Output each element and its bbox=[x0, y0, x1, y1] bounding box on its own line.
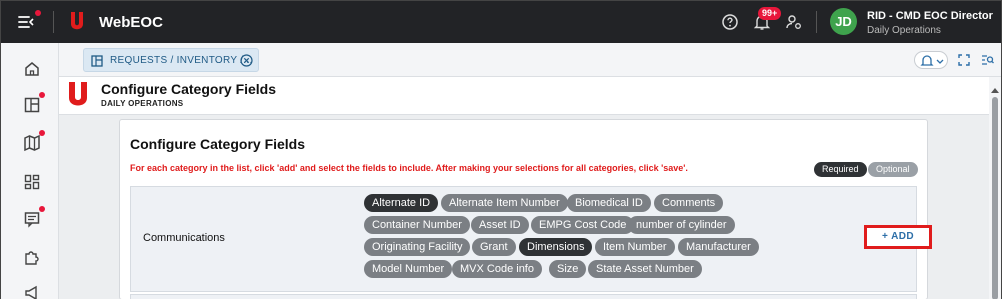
page-title: Configure Category Fields bbox=[101, 81, 277, 97]
tab-requests-inventory[interactable]: REQUESTS / INVENTORY /... bbox=[83, 48, 259, 72]
messages-icon[interactable] bbox=[23, 206, 45, 228]
incident-name: Daily Operations bbox=[867, 25, 941, 36]
field-chip-number-of-cylinder[interactable]: number of cylinder bbox=[628, 216, 735, 234]
field-chip-manufacturer[interactable]: Manufacturer bbox=[678, 238, 759, 256]
field-chip-container-number[interactable]: Container Number bbox=[364, 216, 470, 234]
field-chip-originating-facility[interactable]: Originating Facility bbox=[364, 238, 471, 256]
webeoc-logo-icon bbox=[69, 11, 85, 33]
plugins-puzzle-icon[interactable] bbox=[23, 248, 41, 266]
legend-optional-badge: Optional bbox=[868, 162, 918, 177]
scrollbar[interactable] bbox=[989, 77, 1001, 299]
announcements-megaphone-icon[interactable] bbox=[23, 284, 41, 299]
help-icon[interactable] bbox=[721, 13, 739, 31]
card-title: Configure Category Fields bbox=[130, 136, 306, 152]
field-chip-biomedical-id[interactable]: Biomedical ID bbox=[567, 194, 651, 212]
tab-strip: REQUESTS / INVENTORY /... bbox=[59, 43, 1001, 77]
home-icon[interactable] bbox=[23, 60, 41, 78]
side-nav bbox=[1, 43, 59, 299]
board-icon bbox=[91, 54, 103, 67]
field-chip-grant[interactable]: Grant bbox=[472, 238, 516, 256]
field-chip-alternate-item-number[interactable]: Alternate Item Number bbox=[441, 194, 568, 212]
notification-dot bbox=[39, 206, 45, 212]
field-chip-empg-cost-code[interactable]: EMPG Cost Code bbox=[531, 216, 635, 234]
notification-dot bbox=[39, 92, 45, 98]
boards-icon[interactable] bbox=[23, 92, 45, 114]
user-position-name: RID - CMD EOC Director bbox=[867, 10, 993, 22]
page-header: Configure Category Fields DAILY OPERATIO… bbox=[59, 77, 1001, 115]
field-chip-comments[interactable]: Comments bbox=[654, 194, 724, 212]
app-name: WebEOC bbox=[99, 14, 163, 31]
search-list-icon[interactable] bbox=[981, 53, 994, 65]
category-row-communications: Communications Alternate ID Alternate It… bbox=[130, 186, 932, 292]
avatar[interactable]: JD bbox=[830, 8, 857, 35]
close-tab-icon[interactable] bbox=[240, 54, 253, 67]
dashboard-icon[interactable] bbox=[23, 173, 41, 191]
scrollbar-thumb[interactable] bbox=[992, 97, 998, 299]
divider bbox=[816, 11, 817, 33]
webeoc-logo-icon bbox=[67, 80, 89, 110]
field-chip-mvx-code-info[interactable]: MVX Code info bbox=[452, 260, 542, 278]
legend-required-badge: Required bbox=[814, 162, 867, 177]
scroll-up-icon[interactable] bbox=[991, 80, 999, 93]
notification-dot bbox=[35, 10, 41, 16]
field-chip-alternate-id[interactable]: Alternate ID bbox=[364, 194, 439, 212]
field-chip-model-number[interactable]: Model Number bbox=[364, 260, 453, 278]
category-row bbox=[130, 294, 917, 299]
top-bar: WebEOC 99+ JD RID - CMD EOC Director Dai… bbox=[1, 1, 1001, 43]
expand-icon[interactable] bbox=[958, 53, 970, 66]
tab-label: REQUESTS / INVENTORY /... bbox=[110, 55, 253, 66]
notification-dot bbox=[39, 130, 45, 136]
field-chip-size[interactable]: Size bbox=[549, 260, 587, 278]
field-chip-item-number[interactable]: Item Number bbox=[595, 238, 675, 256]
notification-count-badge: 99+ bbox=[758, 7, 782, 20]
add-button[interactable]: + ADD bbox=[864, 225, 932, 249]
alarm-dropdown[interactable] bbox=[914, 51, 948, 69]
menu-toggle-icon[interactable] bbox=[17, 10, 41, 31]
user-settings-icon[interactable] bbox=[785, 13, 803, 31]
configure-card: Configure Category Fields For each categ… bbox=[119, 119, 932, 299]
field-chip-asset-id[interactable]: Asset ID bbox=[471, 216, 529, 234]
field-chip-state-asset-number[interactable]: State Asset Number bbox=[588, 260, 702, 278]
page-subtitle: DAILY OPERATIONS bbox=[101, 99, 184, 108]
field-chip-dimensions[interactable]: Dimensions bbox=[519, 238, 593, 256]
instructions-text: For each category in the list, click 'ad… bbox=[130, 163, 688, 173]
category-label: Communications bbox=[143, 232, 225, 244]
map-icon[interactable] bbox=[23, 130, 45, 152]
divider bbox=[53, 11, 54, 33]
